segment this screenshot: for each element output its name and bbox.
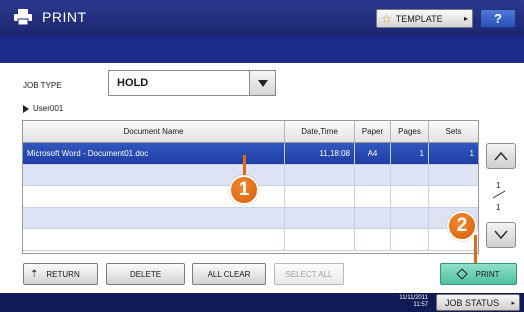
status-time: 11:57 (413, 302, 428, 308)
job-status-button[interactable]: JOB STATUS ▸ (436, 294, 520, 311)
col-pages: Pages (391, 121, 429, 142)
callout-2-line (474, 235, 477, 263)
scroll-up-button[interactable] (486, 143, 516, 169)
dropdown-button[interactable] (249, 71, 275, 95)
cell-paper: A4 (355, 143, 391, 164)
table-row[interactable] (23, 229, 478, 251)
user-folder[interactable]: User001 (23, 104, 63, 113)
header-band (0, 36, 524, 63)
chevron-down-icon (494, 230, 508, 240)
star-icon: ☆ (381, 11, 392, 26)
return-label: RETURN (46, 269, 80, 279)
chevron-right-icon: ▸ (511, 299, 515, 307)
callout-2: 2 (447, 211, 477, 241)
page-title: PRINT (42, 9, 87, 25)
template-label: TEMPLATE (395, 13, 443, 24)
help-button[interactable]: ? (480, 9, 516, 28)
chevron-right-icon: ▸ (463, 14, 468, 23)
chevron-down-icon (257, 79, 268, 87)
cell-pages: 1 (391, 143, 429, 164)
table-row[interactable]: Microsoft Word - Document01.doc 11,18:08… (23, 143, 478, 165)
cell-date-time: 11,18:08 (285, 143, 355, 164)
status-date: 11/11/2011 (399, 295, 428, 301)
table-row[interactable] (23, 207, 478, 229)
page-divider (492, 190, 506, 199)
select-all-button[interactable]: SELECT ALL (274, 263, 344, 285)
job-type-select[interactable]: HOLD (108, 70, 276, 96)
page-total: 1 (496, 203, 501, 212)
status-datetime: 11/11/2011 11:57 (376, 295, 428, 309)
template-button[interactable]: ☆ TEMPLATE ▸ (376, 9, 473, 28)
col-sets: Sets (445, 127, 462, 136)
user-name: User001 (33, 104, 64, 113)
expand-arrow-icon (23, 104, 29, 113)
cell-sets: 1 (469, 148, 474, 158)
print-label: PRINT (475, 269, 500, 279)
col-date-time: Date,Time (285, 121, 355, 142)
scroll-down-button[interactable] (486, 222, 516, 248)
delete-button[interactable]: DELETE (106, 263, 185, 285)
callout-1: 1 (229, 175, 259, 205)
return-button[interactable]: ⇡ RETURN (23, 263, 98, 285)
table-header: Document Name Date,Time Paper Pages Sets (23, 121, 478, 143)
job-type-value: HOLD (117, 77, 149, 89)
chevron-up-icon (494, 151, 508, 161)
col-paper: Paper (355, 121, 391, 142)
job-status-label: JOB STATUS (445, 297, 500, 308)
col-document-name: Document Name (23, 121, 285, 142)
page-current: 1 (496, 181, 501, 190)
printer-icon (14, 9, 32, 25)
return-icon: ⇡ (30, 268, 39, 280)
job-type-label: JOB TYPE (23, 81, 62, 90)
print-button[interactable]: PRINT (440, 263, 517, 285)
all-clear-button[interactable]: ALL CLEAR (192, 263, 266, 285)
start-diamond-icon (455, 268, 468, 280)
